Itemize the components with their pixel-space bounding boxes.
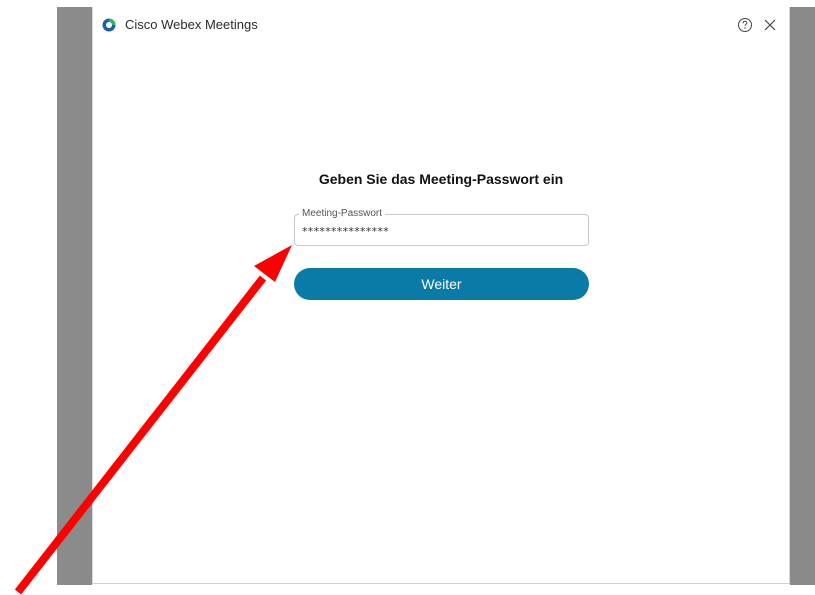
webex-window: Cisco Webex Meetings Geben Sie das Meeti… [92,7,790,584]
dialog-heading: Geben Sie das Meeting-Passwort ein [318,171,564,187]
close-icon[interactable] [762,17,778,33]
title-bar: Cisco Webex Meetings [93,7,789,41]
app-title: Cisco Webex Meetings [125,17,258,32]
screenshot-stage: Cisco Webex Meetings Geben Sie das Meeti… [0,0,815,595]
help-icon[interactable] [737,17,753,33]
background-left-panel [57,7,92,585]
webex-logo-icon [102,18,116,32]
meeting-password-field[interactable]: Meeting-Passwort *************** [294,208,589,246]
continue-button[interactable]: Weiter [294,268,589,300]
password-field-label: Meeting-Passwort [299,208,386,220]
password-field-value[interactable]: *************** [302,226,389,238]
background-right-panel [790,7,815,585]
